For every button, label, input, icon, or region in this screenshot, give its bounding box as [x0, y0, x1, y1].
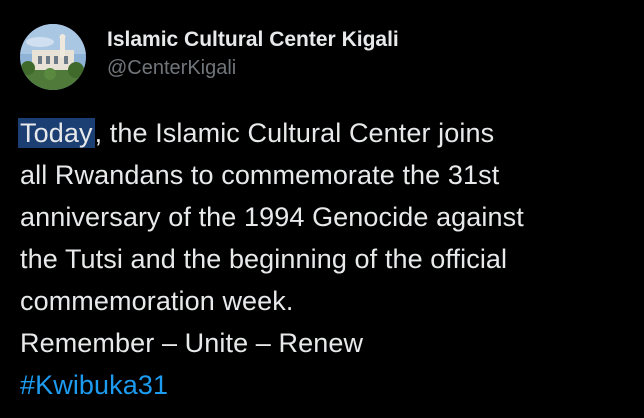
post-text-line-6: Remember – Unite – Renew	[20, 328, 364, 358]
post-text-line-1-rest: , the Islamic Cultural Center joins	[94, 118, 495, 148]
post-text-line-5: commemoration week.	[20, 286, 294, 316]
post-text-line-4: the Tutsi and the beginning of the offic…	[20, 244, 508, 274]
avatar-image	[20, 24, 86, 90]
author-handle[interactable]: @CenterKigali	[107, 55, 399, 81]
author-display-name[interactable]: Islamic Cultural Center Kigali	[107, 27, 399, 53]
post: Islamic Cultural Center Kigali @CenterKi…	[0, 0, 644, 418]
post-hashtag-line: #Kwibuka31	[20, 364, 630, 406]
selected-word: Today	[18, 118, 95, 148]
avatar[interactable]	[20, 24, 86, 90]
post-text-line-3: anniversary of the 1994 Genocide against	[20, 202, 524, 232]
post-text-line-2: all Rwandans to commemorate the 31st	[20, 160, 500, 190]
post-text: Today, the Islamic Cultural Center joins…	[18, 112, 630, 406]
author-names: Islamic Cultural Center Kigali @CenterKi…	[107, 27, 399, 81]
hashtag-link[interactable]: #Kwibuka31	[20, 370, 168, 400]
post-text-line-1: Today, the Islamic Cultural Center joins	[18, 112, 630, 154]
post-header: Islamic Cultural Center Kigali @CenterKi…	[20, 24, 399, 90]
